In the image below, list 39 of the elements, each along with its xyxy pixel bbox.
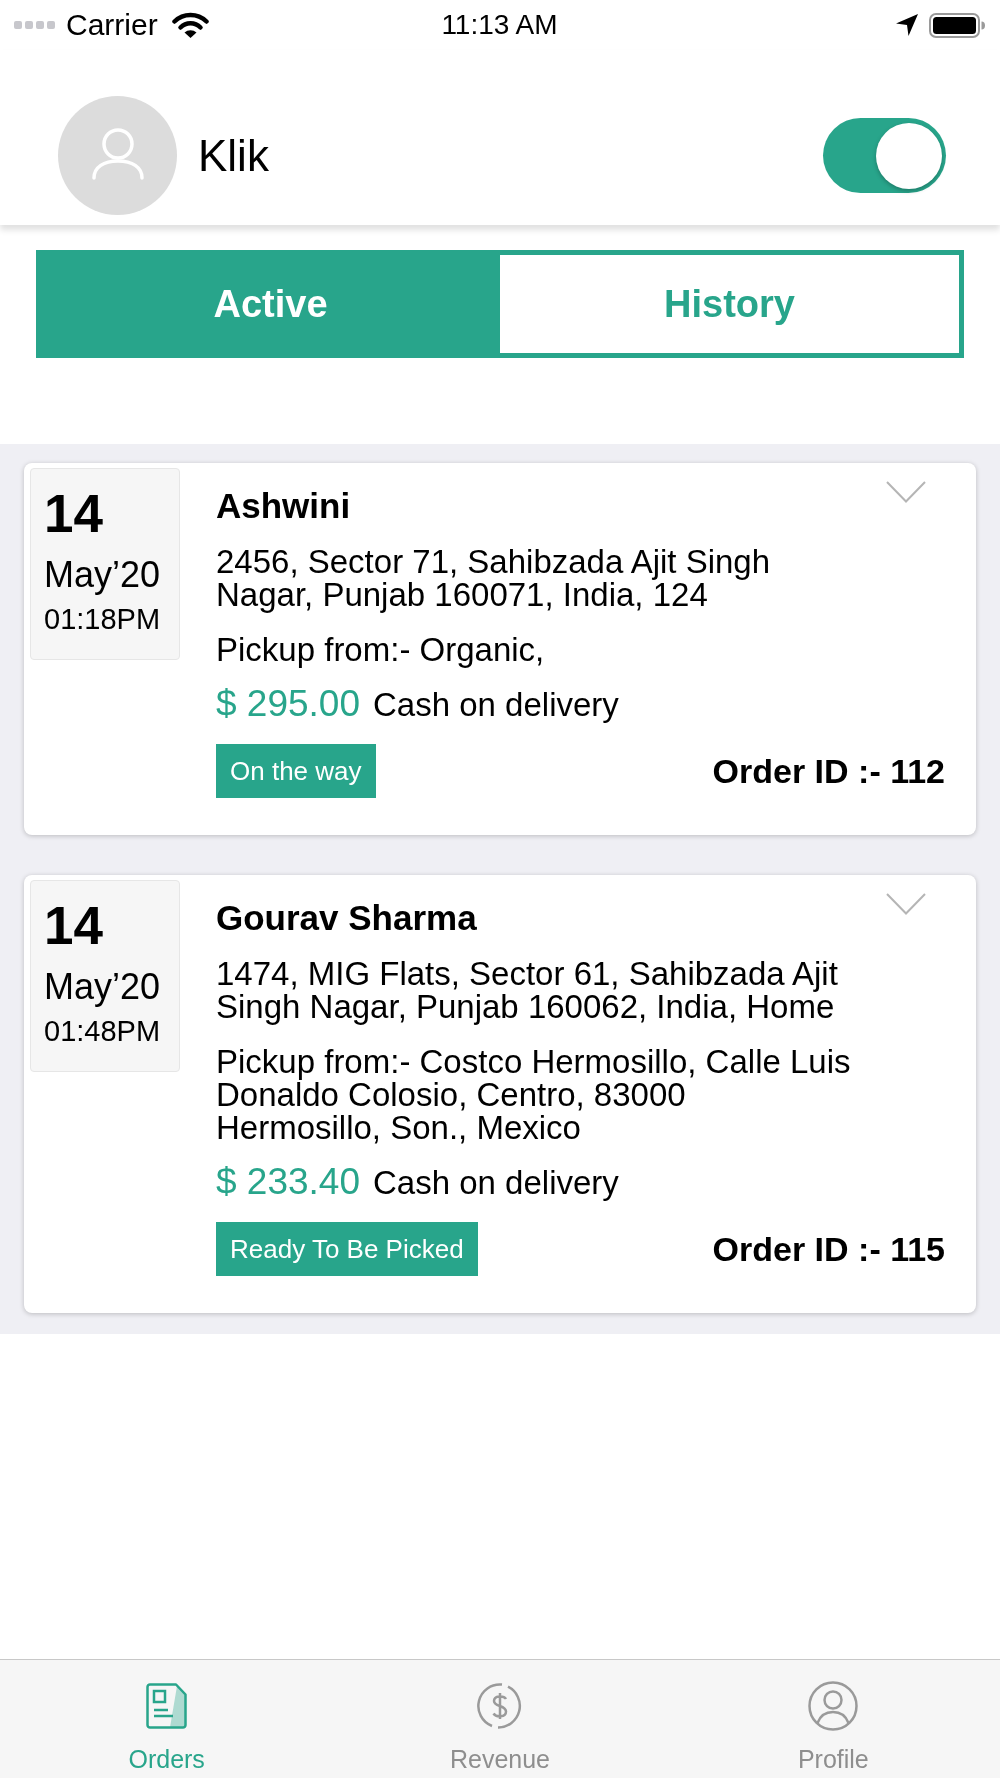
pickup-address: Pickup from:- Costco Hermosillo, Calle Luis Donaldo Colosio, Centro, 83000 Hermosillo, Son., Mexico [216,1045,852,1144]
order-amount: $ 233.40 [216,1162,361,1202]
pickup-address: Pickup from:- Organic, [216,633,546,666]
date-month: May’20 [44,555,161,595]
customer-name: Ashwini [216,486,351,526]
signal-icon [14,21,55,29]
payment-method: Cash on delivery [373,685,619,725]
battery-icon [929,12,985,38]
avatar-icon [58,96,177,215]
order-amount: $ 295.00 [216,684,361,724]
order-card[interactable] [24,875,976,1313]
carrier-name: Carrier [66,7,158,43]
order-time: 01:18PM [44,602,161,636]
date-day: 14 [44,898,103,954]
chevron-down-icon[interactable] [886,481,926,503]
customer-name: Gourav Sharma [216,898,477,938]
dollar-circle-icon [476,1682,524,1730]
user-name: Klik [198,130,269,181]
wifi-icon [171,12,209,38]
order-id: Order ID :- 115 [712,1229,945,1269]
status-time: 11:13 AM [441,8,558,42]
user-circle-icon [808,1681,859,1731]
date-day: 14 [44,486,103,542]
order-time: 01:48PM [44,1014,161,1048]
order-card[interactable]: 14 May’20 01:18PM Ashwini 2456, Sector 71, Sahibzada Ajit Singh Nagar, Punjab 160071, India, 124 Pickup from:- Organic, $ 295.00 Cash on delivery On the way Order ID :- 112 [24,463,976,835]
tab-bar-item[interactable]: Orders [0,1660,334,1778]
tab-bar-item[interactable]: Revenue [333,1660,667,1778]
document-icon [146,1683,188,1729]
tab-bar-item[interactable]: Profile [666,1660,1000,1778]
payment-method: Cash on delivery [373,1163,619,1203]
order-id: Order ID :- 112 [712,751,945,791]
status-badge: On the way [216,744,376,798]
date-month: May’20 [44,967,161,1007]
chevron-down-icon[interactable] [886,893,926,915]
delivery-address: 2456, Sector 71, Sahibzada Ajit Singh Nagar, Punjab 160071, India, 124 [216,545,772,611]
delivery-address: 1474, MIG Flats, Sector 61, Sahibzada Ajit Singh Nagar, Punjab 160062, India, Home [216,957,839,1023]
location-arrow-icon [896,14,918,36]
status-badge: Ready To Be Picked [216,1222,478,1276]
tab[interactable]: Active [41,255,500,353]
